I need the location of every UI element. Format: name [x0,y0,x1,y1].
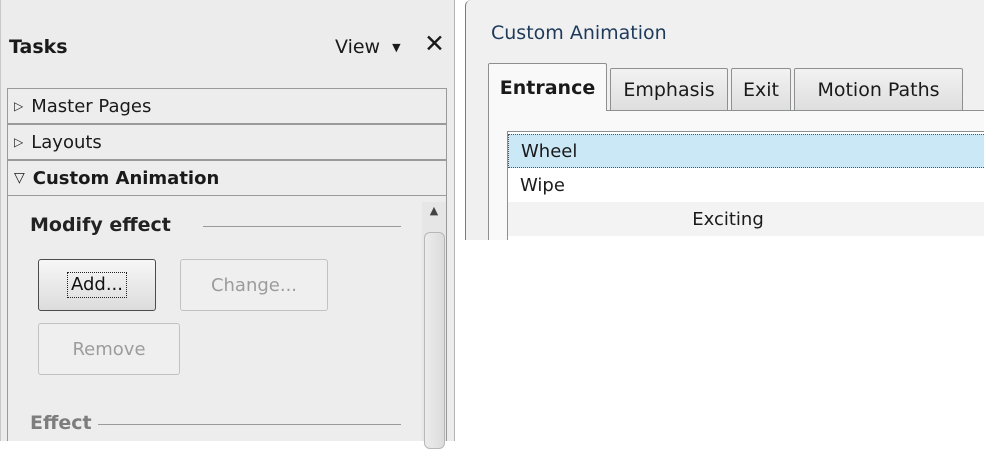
view-menu-button[interactable]: View ▼ [335,36,401,58]
tasks-pane: Tasks View ▼ ✕ ▷ Master Pages ▷ Layouts … [0,0,455,449]
section-divider [98,424,401,425]
deck-master-pages[interactable]: ▷ Master Pages [7,88,447,124]
list-item-wheel[interactable]: Wheel [508,134,984,168]
remove-effect-button[interactable]: Remove [38,323,180,375]
deck-custom-animation[interactable]: ▽ Custom Animation [7,160,447,196]
effect-list[interactable]: Wheel Wipe Exciting [507,131,984,240]
close-icon[interactable]: ✕ [424,31,445,56]
view-menu-label: View [335,36,381,58]
remove-button-label: Remove [72,338,146,360]
tab-entrance[interactable]: Entrance [488,63,607,111]
deck-label: Custom Animation [32,167,220,189]
dropdown-caret-icon: ▼ [392,40,401,54]
add-button-label: Add... [66,272,127,298]
tab-emphasis[interactable]: Emphasis [610,68,728,110]
change-button-label: Change... [210,274,298,296]
tasks-title: Tasks [9,36,68,58]
effect-heading: Effect [30,412,92,434]
scroll-up-arrow-icon[interactable]: ▲ [422,204,446,224]
scrollbar-thumb[interactable] [424,232,445,449]
section-divider [203,226,401,227]
modify-effect-heading: Modify effect [30,214,171,236]
custom-animation-dialog: Custom Animation Entrance Emphasis Exit … [465,0,984,240]
add-effect-button[interactable]: Add... [38,259,156,311]
change-effect-button[interactable]: Change... [180,259,328,311]
deck-label: Layouts [31,131,102,153]
tab-content-panel: Wheel Wipe Exciting [488,110,984,240]
expand-triangle-icon: ▷ [14,99,24,113]
tab-exit[interactable]: Exit [731,68,791,110]
deck-layouts[interactable]: ▷ Layouts [7,124,447,160]
tab-motion-paths[interactable]: Motion Paths [794,68,963,110]
vertical-scrollbar[interactable]: ▲ [422,202,446,449]
deck-label: Master Pages [31,95,152,117]
expand-triangle-icon: ▷ [14,135,24,149]
dialog-title: Custom Animation [491,22,667,44]
category-header-exciting: Exciting [508,202,984,236]
custom-animation-panel: Modify effect Add... Change... Remove Ef… [7,196,447,449]
list-item-wipe[interactable]: Wipe [508,168,984,202]
collapse-triangle-icon: ▽ [14,170,25,186]
